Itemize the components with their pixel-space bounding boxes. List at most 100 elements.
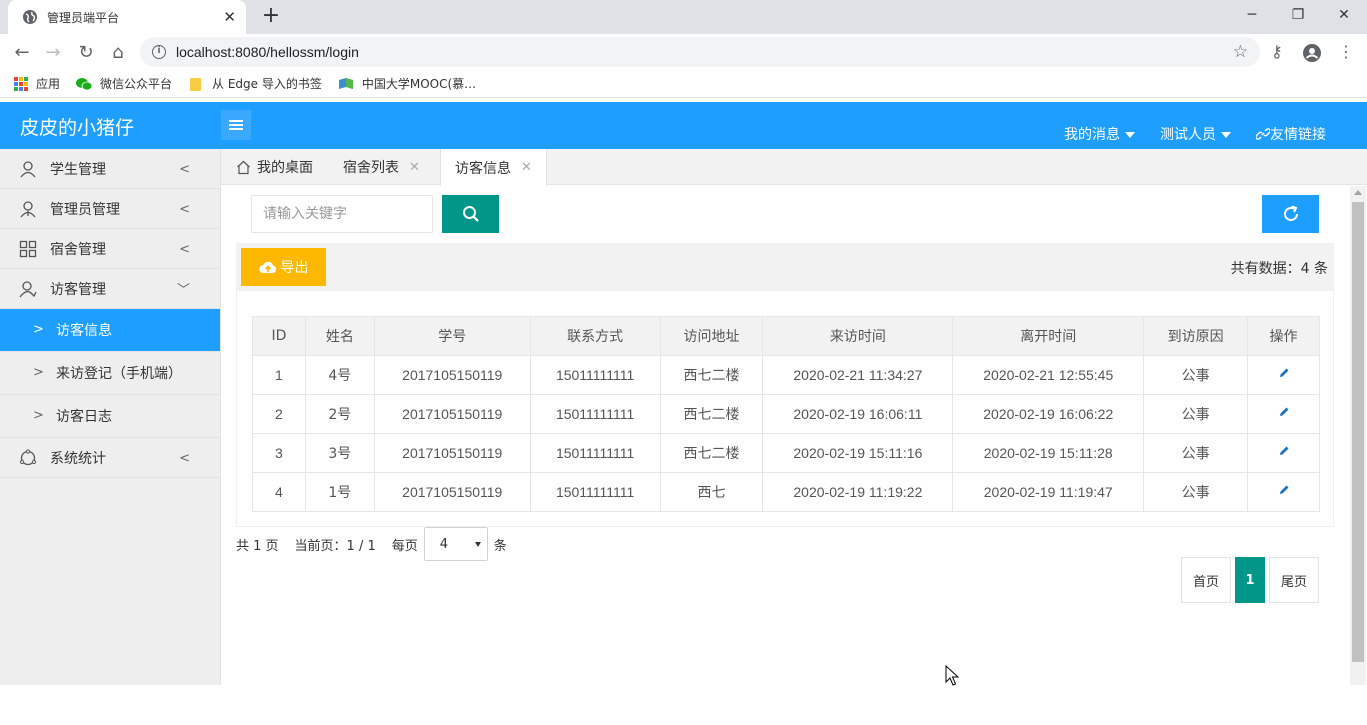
page-1-button[interactable]: 1 <box>1235 557 1265 603</box>
search-input[interactable] <box>251 195 433 233</box>
scroll-up-icon[interactable] <box>1354 190 1362 195</box>
forward-icon[interactable]: → <box>43 42 63 63</box>
chevron-down-icon: ﹀ <box>176 283 190 298</box>
sidebar-item-label: 系统统计 <box>50 450 106 467</box>
pagination-info: 共 1 页 当前页：1 / 1 每页 4 条 <box>236 527 523 561</box>
sidebar-item-stats[interactable]: 系统统计 < <box>0 438 220 478</box>
link-icon <box>1255 128 1271 140</box>
cell-leave-time: 2020-02-19 16:06:22 <box>952 394 1145 434</box>
export-button[interactable]: 导出 <box>241 248 326 286</box>
cell-phone: 15011111111 <box>529 394 661 434</box>
bookmark-apps[interactable]: 应用 <box>14 75 60 92</box>
caret-down-icon <box>1221 132 1231 138</box>
menu-toggle-icon[interactable] <box>221 110 251 140</box>
per-page-value: 4 <box>439 536 449 552</box>
bookmark-mooc[interactable]: 中国大学MOOC(慕… <box>338 75 476 92</box>
cell-visit-time: 2020-02-19 15:11:16 <box>762 433 954 473</box>
my-messages-menu[interactable]: 我的消息 <box>1064 124 1135 144</box>
bookmark-star-icon[interactable]: ☆ <box>1233 42 1248 62</box>
scrollbar-thumb[interactable] <box>1352 202 1364 662</box>
tab-label: 宿舍列表 <box>343 160 399 176</box>
search-icon <box>462 206 479 222</box>
tab-label: 访客信息 <box>455 160 511 177</box>
edit-icon[interactable] <box>1278 406 1290 418</box>
bookmark-edge-folder[interactable]: 从 Edge 导入的书签 <box>188 75 322 92</box>
bookmark-wechat[interactable]: 微信公众平台 <box>76 75 172 92</box>
app-header: 皮皮的小猪仔 我的消息 测试人员 友情链接 <box>0 102 1367 149</box>
close-tab-icon[interactable]: ✕ <box>223 8 236 26</box>
table-row: 4 1号 2017105150119 15011111111 西七 2020-0… <box>252 472 1320 512</box>
search-button[interactable] <box>442 195 499 233</box>
cell-visit-time: 2020-02-19 11:19:22 <box>762 472 954 512</box>
table-row: 2 2号 2017105150119 15011111111 西七二楼 2020… <box>252 394 1320 434</box>
page-bottom-edge <box>0 685 1367 725</box>
close-tab-icon[interactable]: ✕ <box>521 160 532 175</box>
profile-icon[interactable] <box>1302 43 1322 63</box>
caret-down-icon <box>1125 132 1135 138</box>
new-tab-button[interactable]: + <box>259 4 283 28</box>
first-page-button[interactable]: 首页 <box>1181 557 1231 603</box>
edit-icon[interactable] <box>1278 445 1290 457</box>
refresh-button[interactable] <box>1262 195 1319 233</box>
sidebar-subitem-visit-register[interactable]: > 来访登记（手机端） <box>0 352 220 395</box>
home-icon[interactable]: ⌂ <box>108 42 128 63</box>
sidebar-item-label: 管理员管理 <box>50 201 120 218</box>
cell-leave-time: 2020-02-21 12:55:45 <box>952 355 1145 395</box>
more-menu-icon[interactable]: ⋮ <box>1338 42 1354 61</box>
globe-icon <box>23 10 37 24</box>
browser-tabstrip: 管理员端平台 ✕ + ─ ❐ ✕ <box>0 0 1367 34</box>
site-info-icon[interactable]: i <box>152 45 166 59</box>
tab-desktop[interactable]: 我的桌面 <box>236 149 313 185</box>
user-menu[interactable]: 测试人员 <box>1160 124 1231 144</box>
cell-actions <box>1247 355 1320 395</box>
reload-icon[interactable]: ↻ <box>76 42 96 63</box>
browser-tab[interactable]: 管理员端平台 ✕ <box>8 0 246 34</box>
table-container: ID 姓名 学号 联系方式 访问地址 来访时间 离开时间 到访原因 操作 1 4… <box>236 291 1334 527</box>
page-tabs: 我的桌面 宿舍列表 ✕ 访客信息 ✕ <box>221 149 1367 186</box>
tab-dorm-list[interactable]: 宿舍列表 ✕ <box>343 149 420 185</box>
chevron-left-icon: < <box>179 242 190 257</box>
per-page-select[interactable]: 4 <box>423 527 488 561</box>
friend-links[interactable]: 友情链接 <box>1255 124 1326 144</box>
sidebar-subitem-visitor-info[interactable]: > 访客信息 <box>0 309 220 352</box>
cell-id: 2 <box>252 394 306 434</box>
total-pages: 共 1 页 <box>236 538 279 554</box>
vertical-scrollbar[interactable] <box>1350 186 1366 685</box>
cell-leave-time: 2020-02-19 15:11:28 <box>952 433 1145 473</box>
close-window-icon[interactable]: ✕ <box>1321 0 1367 30</box>
cell-reason: 公事 <box>1143 355 1249 395</box>
tab-visitor-info[interactable]: 访客信息 ✕ <box>440 149 547 186</box>
edit-icon[interactable] <box>1278 484 1290 496</box>
edit-icon[interactable] <box>1278 367 1290 379</box>
cell-reason: 公事 <box>1143 433 1249 473</box>
chevron-left-icon: < <box>179 451 190 466</box>
sidebar-subitem-visitor-log[interactable]: > 访客日志 <box>0 395 220 438</box>
sidebar-item-visitors[interactable]: 访客管理 ﹀ <box>0 269 220 309</box>
cell-address: 西七二楼 <box>659 394 764 434</box>
close-tab-icon[interactable]: ✕ <box>409 160 420 175</box>
address-bar[interactable]: i localhost:8080/hellossm/login ☆ <box>140 37 1260 67</box>
minimize-icon[interactable]: ─ <box>1229 0 1275 30</box>
sidebar-item-admins[interactable]: 管理员管理 < <box>0 189 220 229</box>
export-label: 导出 <box>280 260 309 276</box>
cell-visit-time: 2020-02-21 11:34:27 <box>762 355 954 395</box>
url-text: localhost:8080/hellossm/login <box>176 44 359 60</box>
key-icon[interactable]: ⚷ <box>1271 42 1283 61</box>
cell-name: 4号 <box>304 355 375 395</box>
folder-icon <box>190 77 202 91</box>
chevron-right-icon: > <box>33 322 44 337</box>
cell-actions <box>1247 433 1320 473</box>
back-icon[interactable]: ← <box>12 42 32 63</box>
sidebar: 学生管理 < 管理员管理 < 宿舍管理 < 访客管理 ﹀ > 访客信息 > 来访… <box>0 149 221 685</box>
home-icon <box>237 160 250 174</box>
sidebar-item-label: 访客管理 <box>50 281 106 298</box>
cell-id: 4 <box>252 472 306 512</box>
sidebar-item-students[interactable]: 学生管理 < <box>0 149 220 189</box>
cell-student-id: 2017105150119 <box>373 394 531 434</box>
restore-icon[interactable]: ❐ <box>1275 0 1321 30</box>
sidebar-item-dorms[interactable]: 宿舍管理 < <box>0 229 220 269</box>
app-logo[interactable]: 皮皮的小猪仔 <box>20 113 134 140</box>
sidebar-subitem-label: 来访登记（手机端） <box>56 366 182 382</box>
last-page-button[interactable]: 尾页 <box>1269 557 1319 603</box>
cell-student-id: 2017105150119 <box>373 472 531 512</box>
